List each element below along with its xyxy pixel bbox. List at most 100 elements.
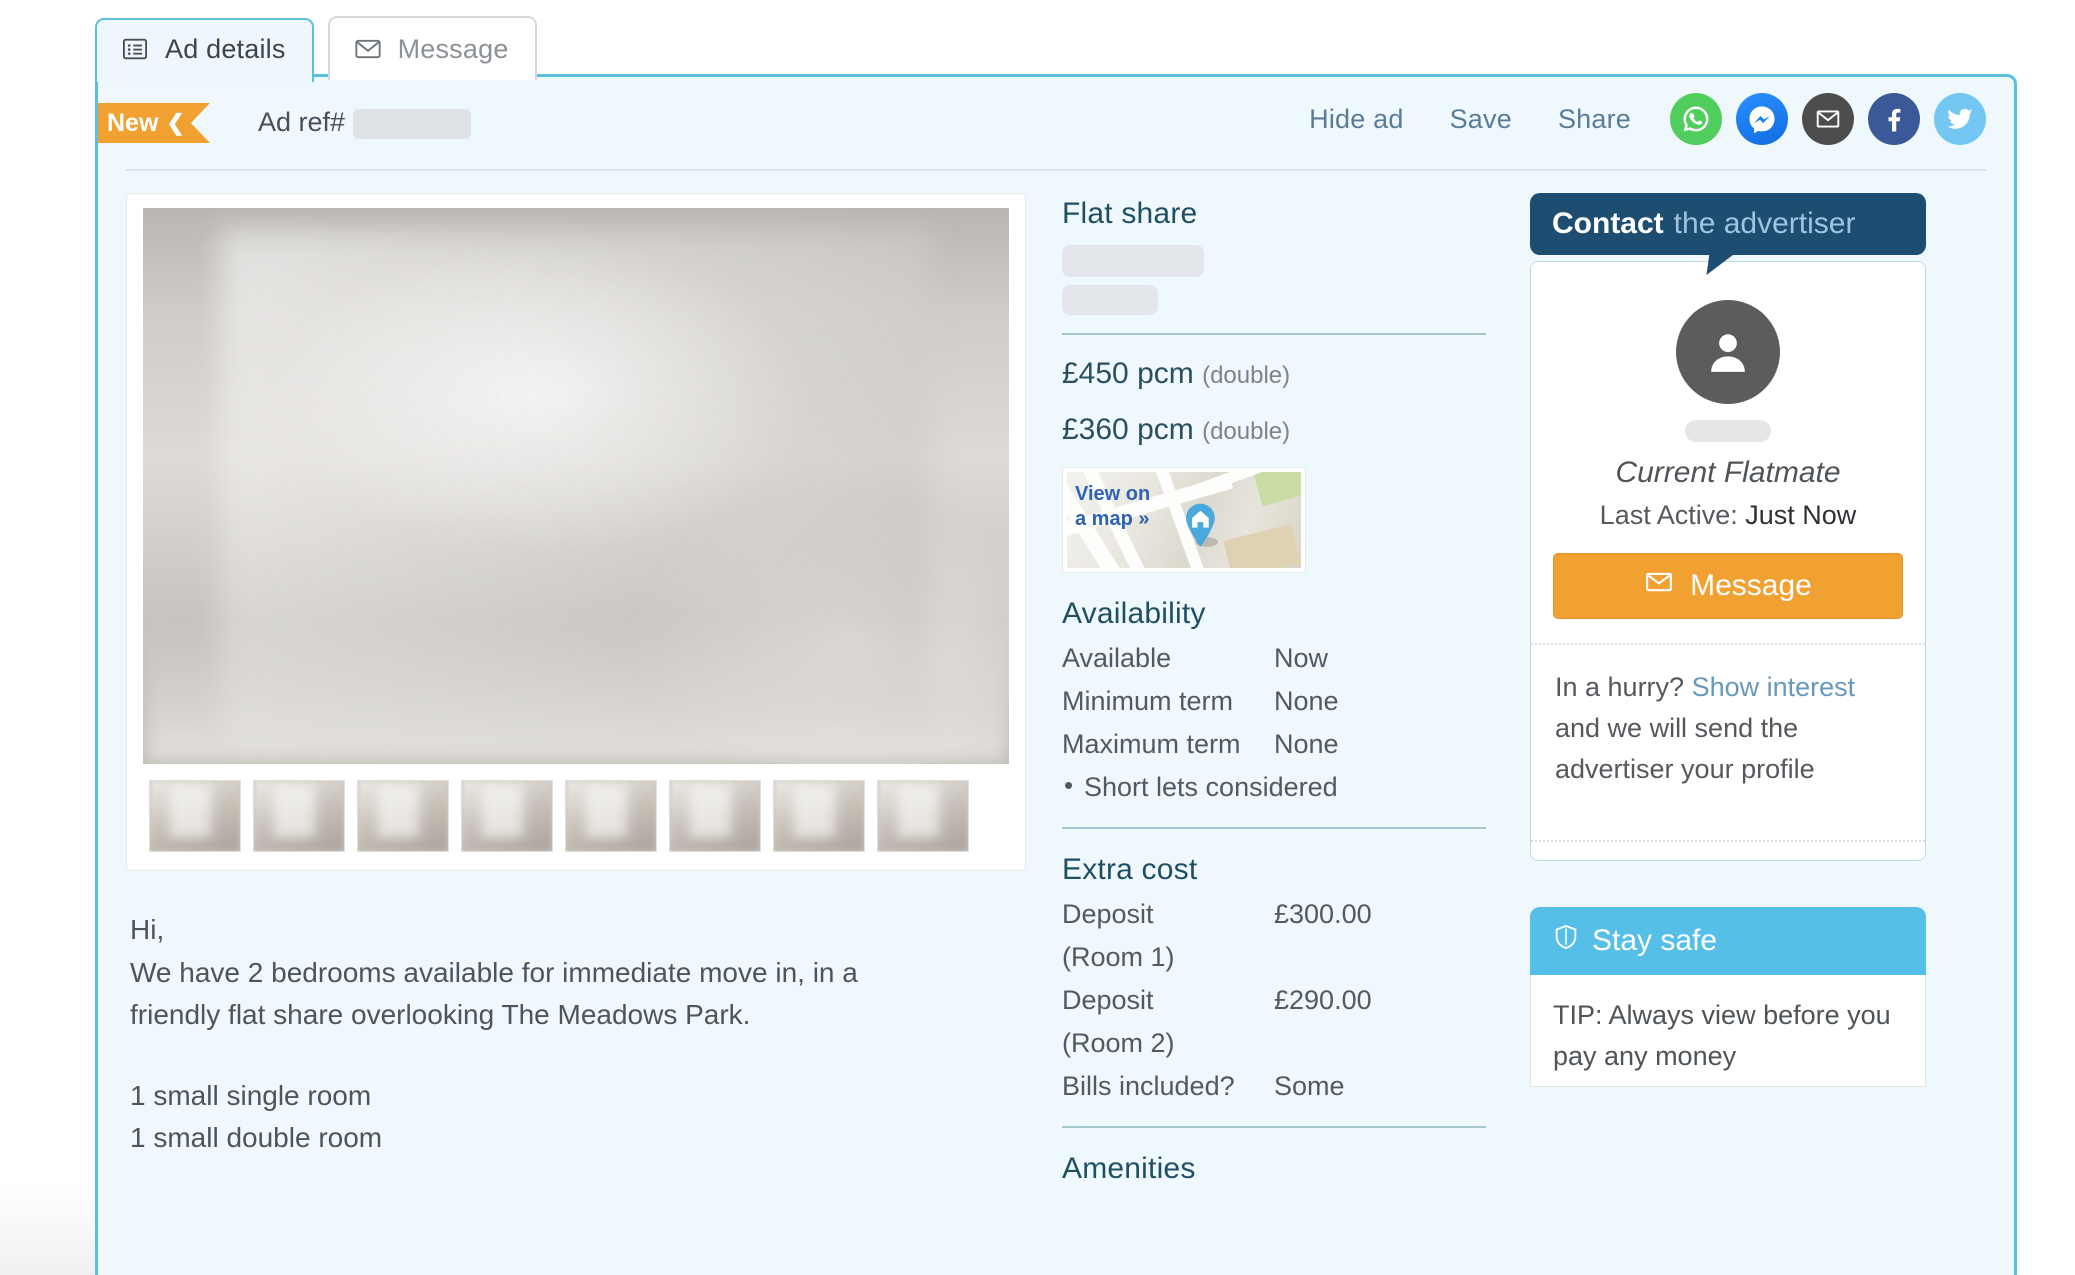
ad-body: Hi, We have 2 bedrooms available for imm… bbox=[98, 171, 2014, 1186]
social-share-buttons bbox=[1670, 93, 1986, 145]
show-interest-link[interactable]: Show interest bbox=[1692, 672, 1856, 702]
tab-message[interactable]: Message bbox=[327, 16, 537, 80]
description-line: 1 small double room bbox=[130, 1122, 383, 1154]
last-active: Last Active: Just Now bbox=[1553, 500, 1903, 531]
map-pin-icon bbox=[1181, 502, 1223, 547]
facebook-share-button[interactable] bbox=[1868, 93, 1920, 145]
availability-row: Maximum term None bbox=[1062, 729, 1486, 760]
availability-value: None bbox=[1274, 686, 1339, 716]
email-share-button[interactable] bbox=[1802, 93, 1854, 145]
new-badge: New ❮ bbox=[98, 103, 210, 143]
whatsapp-share-button[interactable] bbox=[1670, 93, 1722, 145]
page-bottom-fade bbox=[0, 1185, 95, 1275]
stay-safe-card: Stay safe TIP: Always view before you pa… bbox=[1530, 907, 1926, 1088]
extra-cost-key-2: (Room 1) bbox=[1062, 942, 1175, 972]
ad-reference-value-redacted bbox=[353, 108, 472, 139]
property-type: Flat share bbox=[1062, 197, 1198, 230]
save-link[interactable]: Save bbox=[1427, 104, 1535, 135]
stay-safe-header: Stay safe bbox=[1530, 907, 1926, 976]
amenities-title: Amenities bbox=[1062, 1152, 1196, 1185]
availability-key: Minimum term bbox=[1062, 686, 1234, 716]
left-column: Hi, We have 2 bedrooms available for imm… bbox=[126, 193, 1026, 1186]
thumbnail[interactable] bbox=[877, 780, 969, 852]
thumbnail[interactable] bbox=[669, 780, 761, 852]
availability-row: Available Now bbox=[1062, 643, 1486, 674]
price-room-type: (double) bbox=[1202, 362, 1291, 389]
divider bbox=[1531, 840, 1925, 843]
advertiser-role: Current Flatmate bbox=[1615, 456, 1841, 489]
twitter-share-button[interactable] bbox=[1934, 93, 1986, 145]
new-badge-label: New bbox=[107, 108, 159, 137]
ad-toolbar: New ❮ Ad ref# Hide ad Save Share bbox=[98, 77, 2014, 169]
hurry-post-text: and we will send the advertiser your pro… bbox=[1555, 713, 1815, 785]
price-row: £360 pcm (double) bbox=[1062, 413, 1486, 447]
envelope-icon bbox=[1644, 567, 1674, 605]
tab-ad-details-label: Ad details bbox=[165, 33, 286, 64]
thumbnail[interactable] bbox=[253, 780, 345, 852]
stay-safe-body: TIP: Always view before you pay any mone… bbox=[1530, 975, 1926, 1088]
thumbnail-strip bbox=[143, 780, 1009, 852]
message-button[interactable]: Message bbox=[1553, 553, 1903, 619]
tab-ad-details[interactable]: Ad details bbox=[95, 18, 314, 82]
location-redacted bbox=[1062, 245, 1204, 277]
availability-row: Minimum term None bbox=[1062, 686, 1486, 717]
message-button-label: Message bbox=[1690, 569, 1812, 602]
extra-cost-value: £290.00 bbox=[1274, 985, 1372, 1015]
price-amount: £450 pcm bbox=[1062, 357, 1194, 390]
extra-cost-value: £300.00 bbox=[1274, 899, 1372, 929]
extra-cost-key: Deposit bbox=[1062, 985, 1154, 1015]
ad-card: New ❮ Ad ref# Hide ad Save Share Hi, We … bbox=[95, 74, 2017, 1275]
show-interest-block: In a hurry? Show interest and we will se… bbox=[1553, 645, 1903, 816]
availability-key: Maximum term bbox=[1062, 729, 1241, 759]
divider bbox=[1062, 827, 1486, 829]
extra-cost-key-2: (Room 2) bbox=[1062, 1028, 1175, 1058]
hurry-pre-text: In a hurry? bbox=[1555, 672, 1692, 702]
stay-safe-tip-label: TIP: bbox=[1553, 1000, 1603, 1031]
tab-message-label: Message bbox=[397, 33, 509, 64]
ad-details-page: Ad details Message New ❮ Ad ref# Hide ad… bbox=[0, 0, 2075, 1275]
ad-reference-label: Ad ref# bbox=[258, 107, 346, 137]
advertiser-name-redacted bbox=[1685, 420, 1771, 442]
description-line: We have 2 bedrooms available for immedia… bbox=[130, 956, 858, 988]
contact-header: Contact the advertiser bbox=[1530, 193, 1926, 255]
availability-note: Short lets considered bbox=[1062, 770, 1486, 803]
availability-title: Availability bbox=[1062, 597, 1206, 630]
messenger-share-button[interactable] bbox=[1736, 93, 1788, 145]
tab-bar: Ad details Message bbox=[95, 8, 537, 82]
envelope-icon bbox=[354, 35, 382, 63]
list-icon bbox=[121, 35, 149, 63]
contact-header-rest: the advertiser bbox=[1673, 207, 1856, 240]
extra-cost-row: Deposit £290.00 bbox=[1062, 985, 1486, 1016]
extra-cost-row-sub: (Room 1) bbox=[1062, 942, 1486, 973]
availability-key: Available bbox=[1062, 643, 1172, 673]
contact-header-bold: Contact bbox=[1552, 207, 1664, 240]
ad-description: Hi, We have 2 bedrooms available for imm… bbox=[126, 871, 1026, 1160]
description-line: 1 small single room bbox=[130, 1079, 372, 1111]
thumbnail[interactable] bbox=[565, 780, 657, 852]
share-link[interactable]: Share bbox=[1535, 104, 1654, 135]
details-column: Flat share £450 pcm (double) £360 pcm (d… bbox=[1026, 193, 1486, 1186]
ad-actions: Hide ad Save Share bbox=[1286, 93, 1986, 145]
last-active-label: Last Active: bbox=[1599, 500, 1738, 530]
extra-cost-key: Deposit bbox=[1062, 899, 1154, 929]
photo-gallery bbox=[126, 193, 1026, 871]
divider bbox=[1062, 1126, 1486, 1128]
ad-reference: Ad ref# bbox=[258, 107, 472, 139]
hide-ad-link[interactable]: Hide ad bbox=[1286, 104, 1426, 135]
main-photo[interactable] bbox=[143, 208, 1009, 764]
price-room-type: (double) bbox=[1202, 418, 1291, 445]
thumbnail[interactable] bbox=[461, 780, 553, 852]
thumbnail[interactable] bbox=[149, 780, 241, 852]
stay-safe-title: Stay safe bbox=[1592, 924, 1718, 958]
contact-column: Contact the advertiser Current Flatmate … bbox=[1486, 193, 1926, 1186]
extra-cost-key: Bills included? bbox=[1062, 1071, 1235, 1101]
description-line: Hi, bbox=[130, 914, 165, 945]
chevron-left-icon: ❮ bbox=[166, 110, 185, 135]
shield-icon bbox=[1552, 923, 1580, 959]
extra-cost-title: Extra cost bbox=[1062, 853, 1198, 886]
view-on-map-button[interactable]: View on a map » bbox=[1062, 467, 1306, 573]
thumbnail[interactable] bbox=[773, 780, 865, 852]
thumbnail[interactable] bbox=[357, 780, 449, 852]
extra-cost-row-sub: (Room 2) bbox=[1062, 1028, 1486, 1059]
avatar bbox=[1676, 300, 1780, 404]
